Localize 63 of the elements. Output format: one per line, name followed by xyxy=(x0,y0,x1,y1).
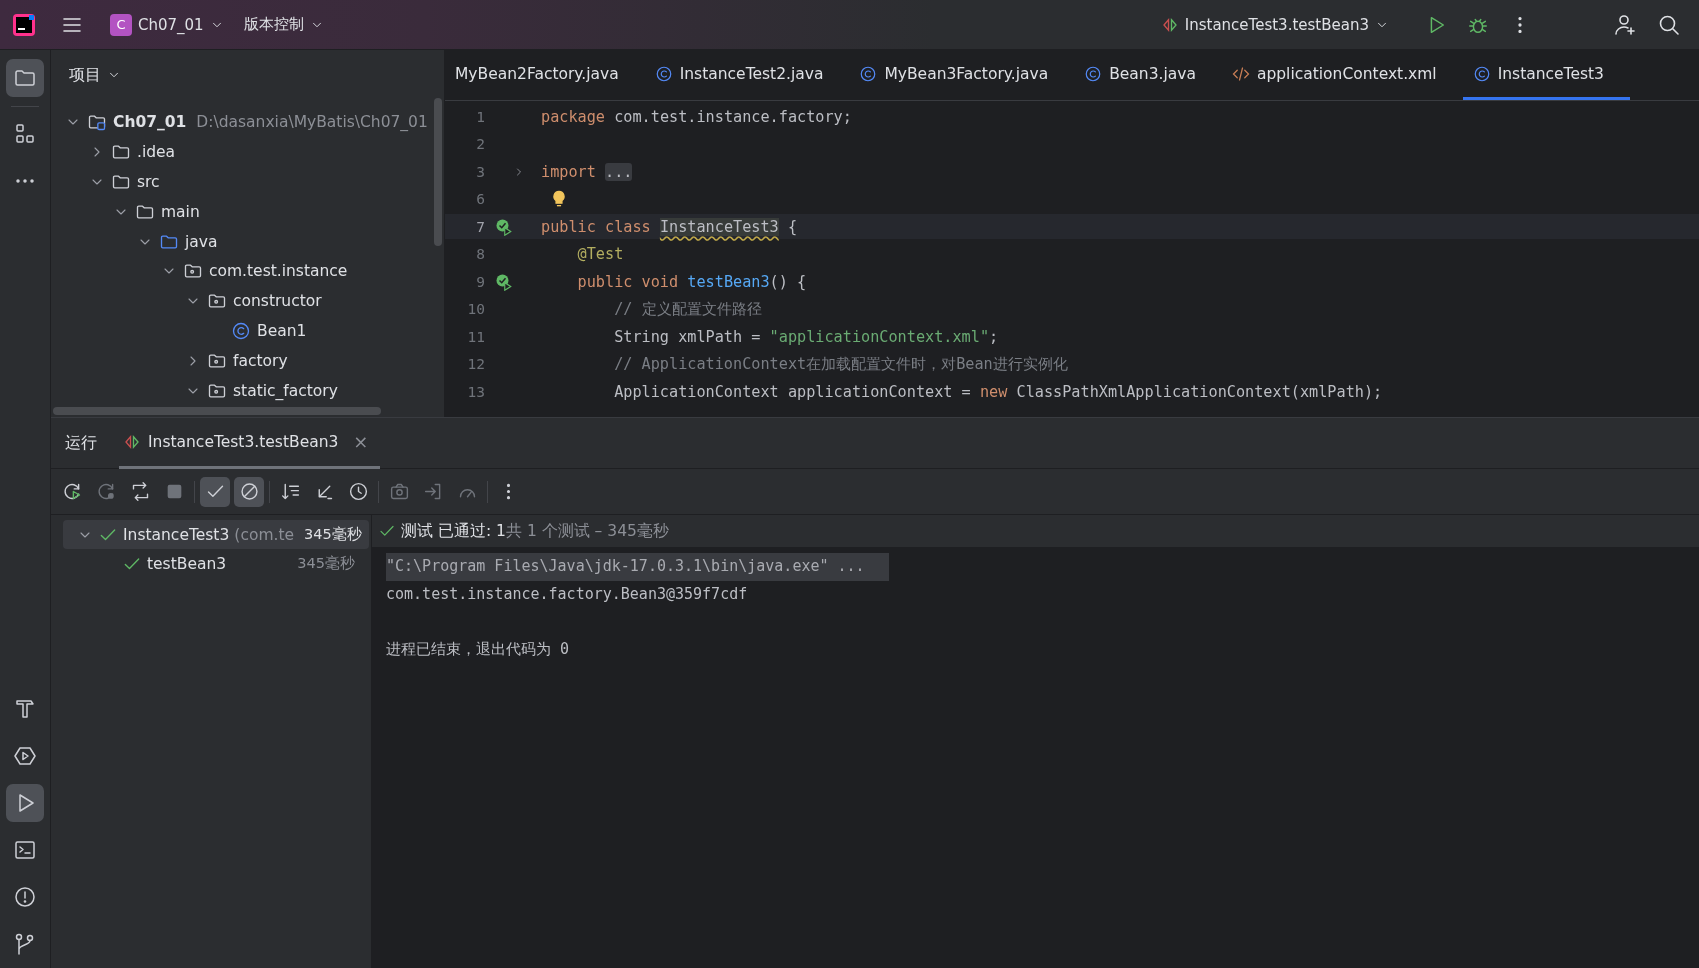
tree-item[interactable]: main xyxy=(51,196,444,227)
class-icon xyxy=(1084,64,1103,83)
tree-item[interactable]: .idea xyxy=(51,136,444,167)
line-number: 7 xyxy=(475,218,485,235)
app-logo[interactable] xyxy=(12,12,36,37)
class-icon xyxy=(654,64,673,83)
tree-item[interactable]: com.test.instance xyxy=(51,256,444,287)
test-passed-icon[interactable] xyxy=(495,217,513,236)
test-status: 测试 已通过: 1共 1 个测试 – 345毫秒 xyxy=(401,520,669,542)
class-icon xyxy=(231,321,251,342)
test-tree-item[interactable]: testBean3 345毫秒 xyxy=(63,549,369,578)
code-line: public class InstanceTest3 { xyxy=(541,217,798,236)
editor-tab[interactable]: InstanceTest2.java xyxy=(644,50,850,100)
line-number: 13 xyxy=(466,383,485,400)
add-user-icon[interactable] xyxy=(1613,12,1637,37)
check-icon[interactable] xyxy=(200,476,230,507)
code-line: ApplicationContext applicationContext = new ClassPathXmlApplicationContext(xmlPath); xyxy=(613,382,1383,401)
folder-icon[interactable] xyxy=(6,59,44,97)
code-line: String xmlPath = "applicationContext.xml"; xyxy=(613,327,999,346)
panel-title: 运行 xyxy=(65,432,97,454)
line-number: 10 xyxy=(466,301,485,318)
project-selector[interactable]: C Ch07_01 xyxy=(104,9,230,40)
code-line: import ... xyxy=(541,162,633,181)
line-number: 8 xyxy=(475,246,485,263)
tree-item[interactable]: constructor xyxy=(51,286,444,317)
editor-tab[interactable]: applicationContext.xml xyxy=(1221,50,1463,100)
code-line: // ApplicationContext在加载配置文件时，对Bean进行实例化 xyxy=(613,353,1068,375)
scrollbar[interactable] xyxy=(434,98,442,246)
editor-tab[interactable]: Bean3.java xyxy=(1074,50,1222,100)
editor-tab[interactable]: InstanceTest3 xyxy=(1462,50,1630,100)
console-line: 进程已结束，退出代码为 0 xyxy=(386,638,570,660)
class-icon xyxy=(1472,64,1491,83)
code-line: @Test xyxy=(576,245,624,264)
line-number: 2 xyxy=(475,136,485,153)
line-number: 9 xyxy=(475,273,485,290)
tree-item[interactable]: Bean1 xyxy=(51,316,444,347)
line-number: 3 xyxy=(475,163,485,180)
editor-tab[interactable]: MyBean3Factory.java xyxy=(849,50,1075,100)
code-line: public void testBean3() { xyxy=(576,272,807,291)
code-line: package com.test.instance.factory; xyxy=(541,107,852,126)
code-line: // 定义配置文件路径 xyxy=(613,298,762,320)
line-number: 12 xyxy=(466,356,485,373)
forbidden-icon[interactable] xyxy=(234,476,264,507)
run-tab[interactable]: InstanceTest3.testBean3 × xyxy=(119,417,381,469)
test-passed-icon[interactable] xyxy=(495,272,513,291)
tree-item[interactable]: static_factory xyxy=(51,376,444,406)
run-icon[interactable] xyxy=(6,784,44,822)
run-config-selector[interactable]: InstanceTest3.testBean3 xyxy=(1154,11,1395,38)
console-line: com.test.instance.factory.Bean3@359f7cdf xyxy=(386,583,748,605)
test-tree-item[interactable]: InstanceTest3 (com.te 345毫秒 xyxy=(63,520,369,549)
tree-item[interactable]: Ch07_01 D:\dasanxia\MyBatis\Ch07_01 xyxy=(51,107,444,137)
scrollbar[interactable] xyxy=(53,407,381,415)
tree-item[interactable]: java xyxy=(51,226,444,257)
vcs-menu[interactable]: 版本控制 xyxy=(237,11,330,38)
project-view-selector[interactable]: 项目 xyxy=(63,63,127,87)
line-number: 1 xyxy=(475,108,485,125)
class-icon xyxy=(859,64,878,83)
line-number: 11 xyxy=(466,328,485,345)
tree-item[interactable]: factory xyxy=(51,346,444,376)
tree-item[interactable]: src xyxy=(51,166,444,197)
editor-tab[interactable]: MyBean2Factory.java xyxy=(445,50,645,100)
line-number: 6 xyxy=(475,191,485,208)
xml-file-icon xyxy=(1231,64,1250,83)
